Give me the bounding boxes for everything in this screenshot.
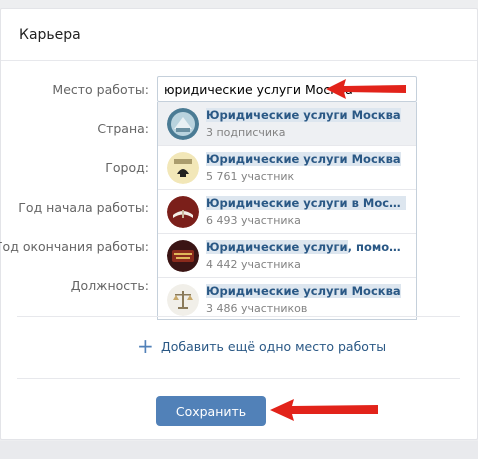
city-label: Город: bbox=[105, 160, 149, 175]
suggestion-members: 4 442 участника bbox=[206, 257, 301, 271]
suggestion-text: Юридические услуги, помощь, юрис... 4 44… bbox=[206, 239, 406, 272]
group-avatar bbox=[167, 239, 199, 272]
suggestion-members: 6 493 участника bbox=[206, 213, 301, 227]
section-title: Карьера bbox=[19, 26, 81, 43]
country-label: Страна: bbox=[97, 121, 149, 136]
suggestion-name: Юридические услуги Москва bbox=[206, 107, 401, 122]
suggestion-text: Юридические услуги Москва 3 486 участник… bbox=[206, 284, 406, 316]
page-footer-strip bbox=[0, 441, 478, 459]
suggestion-name: Юридические услуги Москва bbox=[206, 284, 401, 298]
divider bbox=[17, 316, 460, 317]
group-avatar bbox=[167, 195, 199, 228]
suggestion-text: Юридические услуги Москва 5 761 участник bbox=[206, 151, 406, 184]
workplace-label: Место работы: bbox=[52, 82, 149, 97]
add-workplace-link[interactable]: + Добавить ещё одно место работы bbox=[137, 334, 387, 358]
suggestion-item[interactable]: Юридические услуги, помощь, юрис... 4 44… bbox=[158, 234, 416, 278]
suggestion-text: Юридические услуги в Москве оплат... 6 4… bbox=[206, 195, 406, 228]
group-avatar bbox=[167, 284, 199, 316]
suggestion-members: 5 761 участник bbox=[206, 169, 295, 183]
plus-icon: + bbox=[137, 334, 154, 358]
suggestion-text: Юридические услуги Москва 3 подписчика bbox=[206, 107, 406, 140]
position-label: Должность: bbox=[70, 278, 149, 293]
suggestion-members: 3 486 участников bbox=[206, 302, 308, 315]
suggestion-name: Юридические услуги в Москве оплат... bbox=[206, 195, 406, 211]
annotation-arrow-icon bbox=[326, 79, 406, 99]
card-header: Карьера bbox=[1, 9, 477, 61]
start-year-label: Год начала работы: bbox=[18, 200, 149, 215]
end-year-label: Год окончания работы: bbox=[0, 239, 149, 254]
suggestion-name: Юридические услуги Москва bbox=[206, 151, 401, 166]
suggestion-members: 3 подписчика bbox=[206, 125, 286, 139]
group-avatar bbox=[167, 151, 199, 184]
group-avatar bbox=[167, 107, 199, 140]
divider bbox=[17, 378, 460, 379]
add-workplace-label: Добавить ещё одно место работы bbox=[161, 338, 387, 354]
suggestion-item[interactable]: Юридические услуги в Москве оплат... 6 4… bbox=[158, 190, 416, 234]
annotation-arrow-icon bbox=[270, 399, 378, 421]
suggestion-name: Юридические услуги, помощь, юрис... bbox=[206, 239, 406, 254]
suggestion-item[interactable]: Юридические услуги Москва 5 761 участник bbox=[158, 146, 416, 190]
workplace-suggestions: Юридические услуги Москва 3 подписчика Ю… bbox=[157, 102, 417, 320]
suggestion-item[interactable]: Юридические услуги Москва 3 подписчика bbox=[158, 102, 416, 146]
save-button[interactable]: Сохранить bbox=[156, 396, 266, 426]
